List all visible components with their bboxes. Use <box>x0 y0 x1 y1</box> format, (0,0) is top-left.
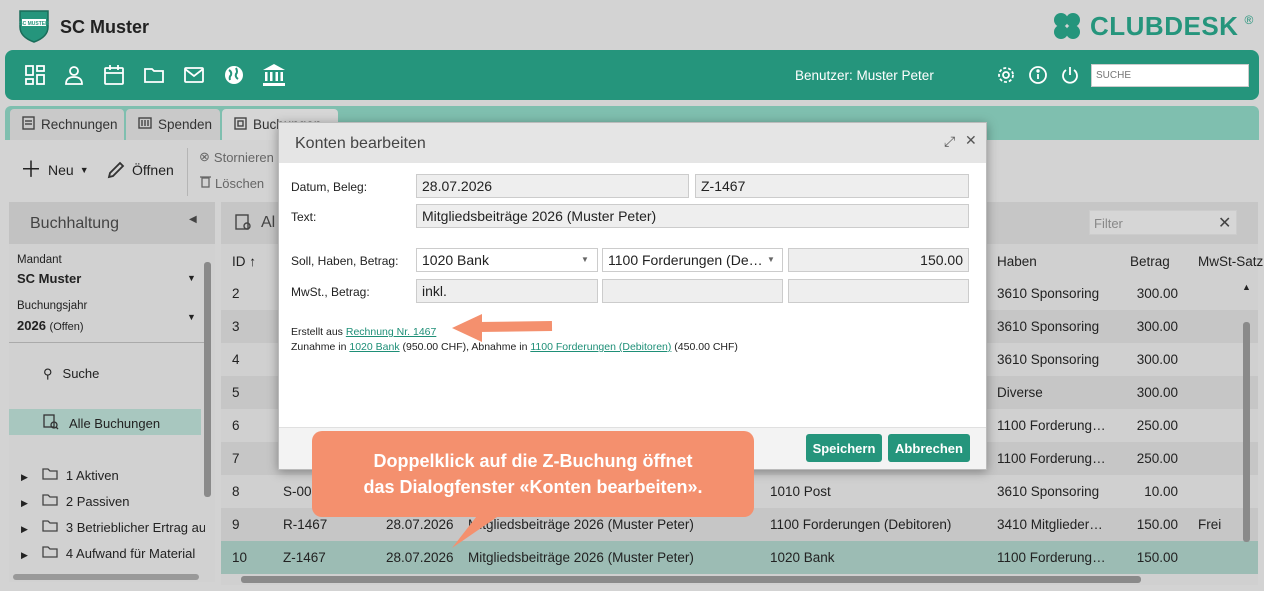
annotation-callout: Doppelklick auf die Z-Buchung öffnet das… <box>312 431 754 517</box>
callout-pointer <box>452 512 500 548</box>
arrow-to-invoice-link <box>477 321 553 332</box>
callout-line-2: das Dialogfenster «Konten bearbeiten». <box>363 477 703 497</box>
callout-line-1: Doppelklick auf die Z-Buchung öffnet <box>373 451 693 471</box>
arrow-head <box>452 314 482 342</box>
